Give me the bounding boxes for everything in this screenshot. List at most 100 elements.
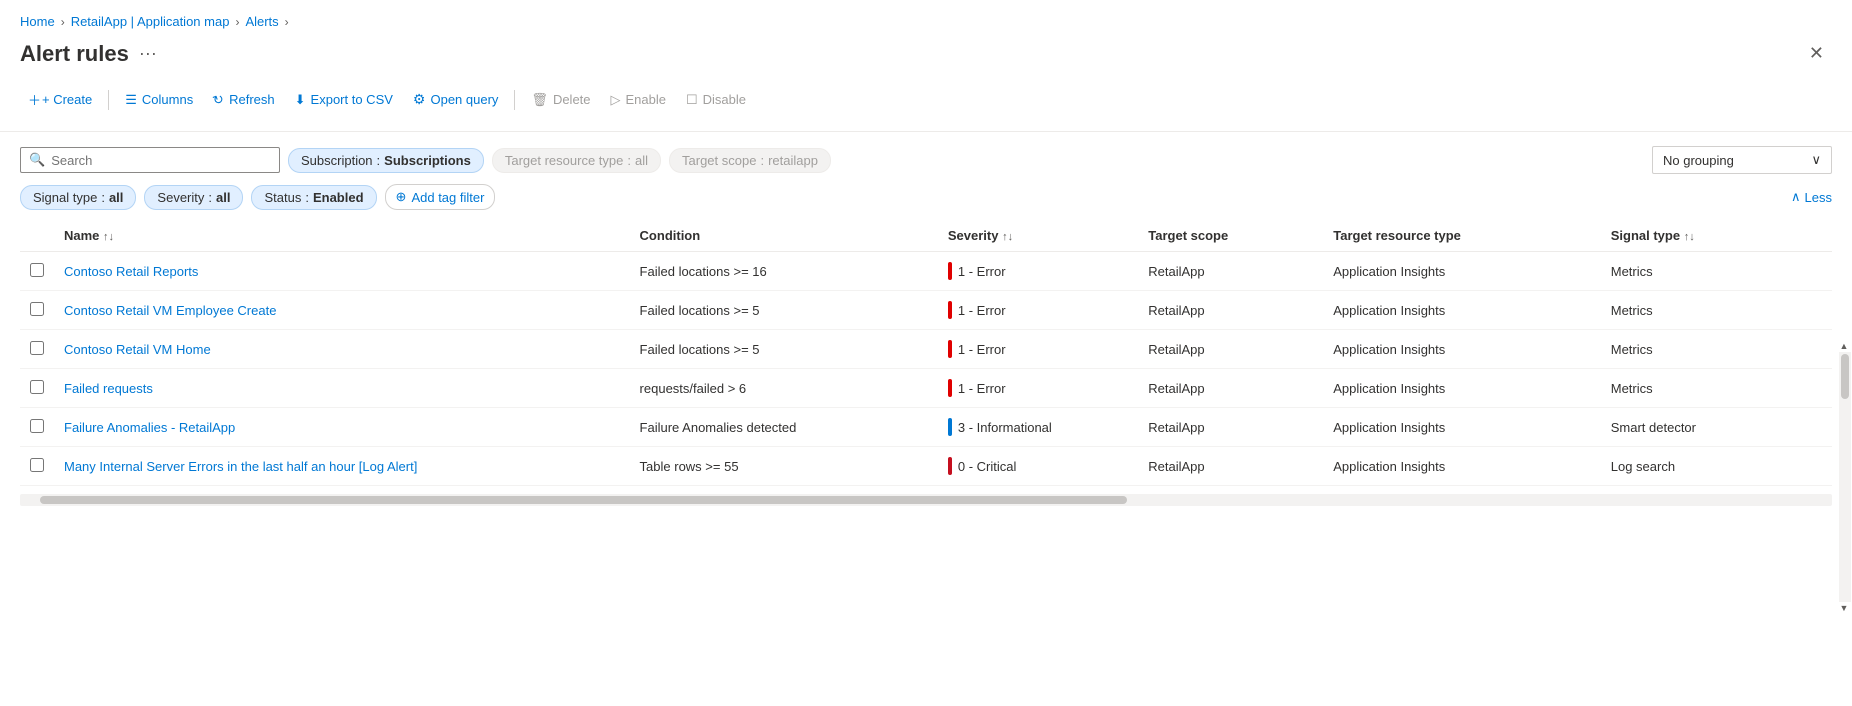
delete-button[interactable]: 🗑 Delete [523,86,598,114]
row-target-scope: RetailApp [1148,420,1204,435]
columns-icon: ☰ [125,92,137,108]
scroll-up-button[interactable]: ▲ [1838,340,1850,352]
status-filter[interactable]: Status : Enabled [251,185,376,210]
search-box[interactable]: 🔍 [20,147,280,173]
row-signal-type: Metrics [1611,342,1653,357]
row-name-link[interactable]: Contoso Retail VM Employee Create [64,303,276,318]
toolbar: ＋ + Create ☰ Columns ↻ Refresh ⬇ Export … [0,84,1852,132]
row-condition: Failed locations >= 5 [640,303,760,318]
severity-badge: 1 - Error [948,262,1128,280]
table-row: Many Internal Server Errors in the last … [20,447,1832,486]
severity-dot [948,379,952,397]
row-checkbox-cell[interactable] [20,369,54,408]
row-name-cell: Failure Anomalies - RetailApp [54,408,630,447]
table-row: Contoso Retail VM Home Failed locations … [20,330,1832,369]
add-tag-label: Add tag filter [411,190,484,205]
row-name-link[interactable]: Many Internal Server Errors in the last … [64,459,417,474]
more-options-button[interactable]: ··· [139,43,157,64]
breadcrumb-sep-3: › [285,15,289,29]
target-scope-filter[interactable]: Target scope : retailapp [669,148,831,173]
severity-filter[interactable]: Severity : all [144,185,243,210]
breadcrumb-alerts[interactable]: Alerts [245,14,278,29]
row-checkbox-cell[interactable] [20,330,54,369]
signal-type-sort-icon[interactable]: ↑↓ [1684,231,1695,243]
close-button[interactable]: ✕ [1801,39,1832,68]
row-checkbox[interactable] [30,419,44,433]
row-name-link[interactable]: Failed requests [64,381,153,396]
status-label: Status [264,190,301,205]
header-severity[interactable]: Severity ↑↓ [938,220,1138,252]
severity-label: 3 - Informational [958,420,1052,435]
severity-label: Severity [157,190,204,205]
severity-badge: 1 - Error [948,301,1128,319]
vertical-scrollbar-thumb[interactable] [1841,354,1849,399]
severity-badge: 0 - Critical [948,457,1128,475]
header-condition: Condition [630,220,938,252]
breadcrumb-sep-2: › [235,15,239,29]
row-name-link[interactable]: Failure Anomalies - RetailApp [64,420,235,435]
header-signal-type-label: Signal type [1611,228,1680,243]
header-name[interactable]: Name ↑↓ [54,220,630,252]
row-target-scope: RetailApp [1148,342,1204,357]
signal-type-filter[interactable]: Signal type : all [20,185,136,210]
row-condition-cell: Failed locations >= 5 [630,330,938,369]
row-checkbox[interactable] [30,458,44,472]
name-sort-icon[interactable]: ↑↓ [103,231,114,243]
breadcrumb-home[interactable]: Home [20,14,55,29]
header-check-col [20,220,54,252]
export-csv-button[interactable]: ⬇ Export to CSV [287,86,401,114]
horizontal-scrollbar[interactable] [20,494,1832,506]
search-input[interactable] [51,153,271,168]
severity-dot [948,301,952,319]
header-signal-type[interactable]: Signal type ↑↓ [1601,220,1832,252]
create-button[interactable]: ＋ + Create [20,84,100,115]
enable-button[interactable]: ▷ Enable [603,86,674,114]
target-resource-type-filter[interactable]: Target resource type : all [492,148,661,173]
row-signal-type-cell: Metrics [1601,369,1832,408]
open-query-button[interactable]: ⚙ Open query [405,85,507,114]
disable-button[interactable]: ☐ Disable [678,86,754,114]
refresh-button[interactable]: ↻ Refresh [205,86,282,114]
row-name-link[interactable]: Contoso Retail Reports [64,264,198,279]
row-signal-type-cell: Metrics [1601,330,1832,369]
horizontal-scrollbar-thumb[interactable] [40,496,1127,504]
severity-dot [948,457,952,475]
scroll-down-button[interactable]: ▼ [1838,602,1850,614]
columns-button[interactable]: ☰ Columns [117,86,201,114]
subscription-filter[interactable]: Subscription : Subscriptions [288,148,484,173]
breadcrumb-app-map[interactable]: RetailApp | Application map [71,14,230,29]
row-target-resource-type: Application Insights [1333,381,1445,396]
severity-dot [948,262,952,280]
add-tag-filter-button[interactable]: ⊕ Add tag filter [385,184,496,210]
page-title: Alert rules [20,41,129,67]
row-checkbox[interactable] [30,341,44,355]
create-icon: ＋ [28,90,41,109]
row-checkbox-cell[interactable] [20,447,54,486]
grouping-control[interactable]: No grouping ∨ [1652,146,1832,174]
row-name-link[interactable]: Contoso Retail VM Home [64,342,211,357]
row-condition-cell: Failure Anomalies detected [630,408,938,447]
row-signal-type: Smart detector [1611,420,1696,435]
row-checkbox-cell[interactable] [20,291,54,330]
row-checkbox[interactable] [30,380,44,394]
row-checkbox-cell[interactable] [20,408,54,447]
row-checkbox[interactable] [30,263,44,277]
row-checkbox-cell[interactable] [20,252,54,291]
row-target-resource-type-cell: Application Insights [1323,291,1600,330]
vertical-scrollbar-track[interactable] [1839,352,1851,602]
row-condition: Failed locations >= 5 [640,342,760,357]
header-name-label: Name [64,228,99,243]
row-signal-type: Log search [1611,459,1675,474]
row-checkbox[interactable] [30,302,44,316]
subscription-filter-label: Subscription [301,153,373,168]
open-query-label: Open query [430,92,498,107]
target-resource-type-sep: : [627,153,631,168]
row-target-resource-type: Application Insights [1333,420,1445,435]
less-button[interactable]: ∧ Less [1791,189,1832,205]
chevron-down-icon: ∨ [1811,152,1821,168]
row-target-resource-type: Application Insights [1333,303,1445,318]
severity-sort-icon[interactable]: ↑↓ [1002,231,1013,243]
target-scope-sep: : [760,153,764,168]
target-resource-type-label: Target resource type [505,153,624,168]
target-resource-type-value: all [635,153,648,168]
